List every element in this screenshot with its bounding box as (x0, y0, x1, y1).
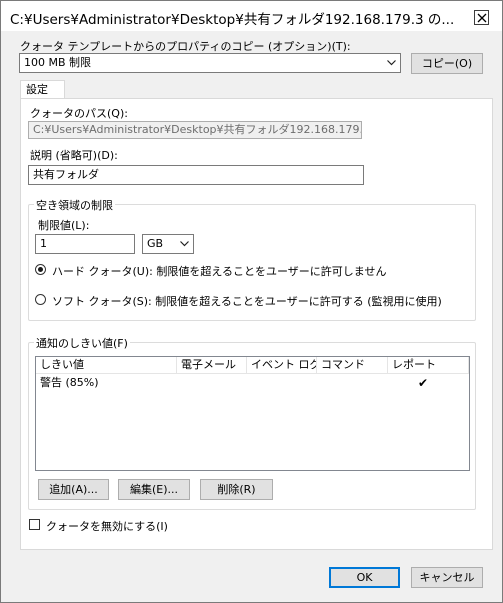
ok-button[interactable]: OK (329, 567, 400, 588)
column-report[interactable]: レポート (388, 357, 469, 374)
soft-quota-label[interactable]: ソフト クォータ(S): 制限値を超えることをユーザーに許可する (監視用に使用… (52, 293, 442, 309)
threshold-cell: 警告 (85%) (40, 376, 99, 389)
cancel-button[interactable]: キャンセル (411, 567, 483, 588)
column-threshold[interactable]: しきい値 (36, 357, 177, 374)
column-event-log[interactable]: イベント ログ (247, 357, 317, 374)
template-select[interactable]: 100 MB 制限 (19, 53, 401, 73)
unit-select[interactable]: GB (142, 234, 194, 254)
column-command[interactable]: コマンド (317, 357, 388, 374)
close-button[interactable] (474, 10, 489, 25)
template-label: クォータ テンプレートからのプロパティのコピー (オプション)(T): (20, 40, 351, 53)
chevron-down-icon (180, 241, 189, 247)
description-label: 説明 (省略可)(D): (30, 149, 118, 162)
thresholds-group-label: 通知のしきい値(F) (34, 335, 130, 351)
thresholds-list[interactable]: しきい値 電子メール イベント ログ コマンド レポート 警告 (85%) ✔ (35, 356, 470, 471)
table-row[interactable]: 警告 (85%) ✔ (36, 375, 469, 391)
close-icon (477, 13, 487, 23)
edit-button[interactable]: 編集(E)... (118, 479, 190, 500)
hard-quota-radio[interactable] (35, 264, 46, 275)
disable-quota-label[interactable]: クォータを無効にする(I) (46, 518, 168, 534)
quota-path-field: C:¥Users¥Administrator¥Desktop¥共有フォルダ192… (28, 121, 362, 139)
soft-quota-radio[interactable] (35, 294, 46, 305)
copy-button[interactable]: コピー(O) (411, 53, 483, 74)
template-selected-value: 100 MB 制限 (24, 56, 92, 69)
thresholds-list-header: しきい値 電子メール イベント ログ コマンド レポート (36, 357, 469, 374)
tab-settings[interactable]: 設定 (20, 80, 65, 99)
quota-path-label: クォータのパス(Q): (30, 107, 128, 120)
column-email[interactable]: 電子メール (177, 357, 247, 374)
quota-properties-dialog: C:¥Users¥Administrator¥Desktop¥共有フォルダ192… (0, 0, 503, 603)
hard-quota-label[interactable]: ハード クォータ(U): 制限値を超えることをユーザーに許可しません (52, 263, 386, 279)
title-bar[interactable]: C:¥Users¥Administrator¥Desktop¥共有フォルダ192… (1, 1, 502, 31)
limit-label: 制限値(L): (38, 219, 90, 232)
space-limit-group-label: 空き領域の制限 (34, 197, 115, 213)
add-button[interactable]: 追加(A)... (38, 479, 109, 500)
delete-button[interactable]: 削除(R) (200, 479, 273, 500)
unit-selected-value: GB (147, 237, 164, 250)
limit-value-input[interactable]: 1 (35, 234, 135, 254)
description-input[interactable]: 共有フォルダ (28, 165, 364, 185)
chevron-down-icon (387, 60, 396, 66)
report-check-icon: ✔ (418, 376, 429, 390)
window-title: C:¥Users¥Administrator¥Desktop¥共有フォルダ192… (10, 12, 455, 28)
disable-quota-checkbox[interactable] (29, 519, 40, 530)
